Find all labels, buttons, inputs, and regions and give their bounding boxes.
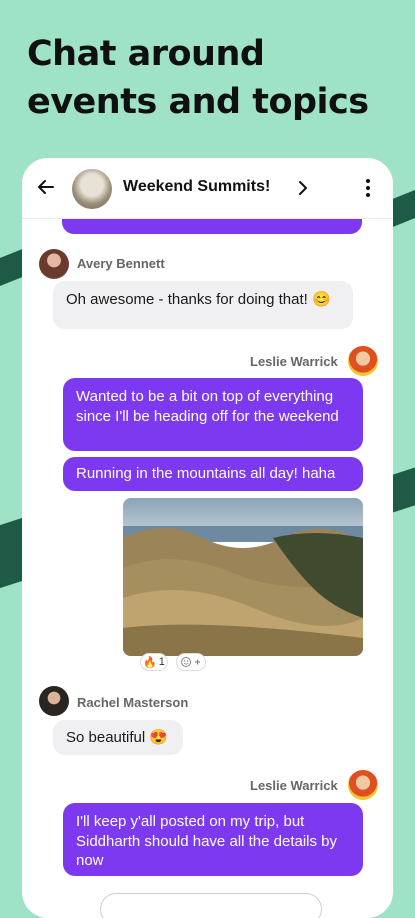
message-bubble: Wanted to be a bit on top of everything … xyxy=(63,378,363,451)
avatar[interactable] xyxy=(348,770,378,800)
more-options-icon[interactable] xyxy=(365,178,371,198)
sender-name: Rachel Masterson xyxy=(77,695,189,710)
chevron-right-icon[interactable] xyxy=(296,180,310,196)
add-reaction-icon xyxy=(181,657,200,667)
message-bubble: Running in the mountains all day! haha xyxy=(63,457,363,491)
message-bubble: I'll keep y'all posted on my trip, but S… xyxy=(63,803,363,876)
group-title[interactable]: Weekend Summits! xyxy=(123,178,270,196)
fire-icon: 🔥 xyxy=(143,656,157,669)
phone-screen: Weekend Summits! Avery Bennett Oh awesom… xyxy=(22,158,393,918)
add-reaction-button[interactable] xyxy=(176,653,206,671)
avatar[interactable] xyxy=(348,346,378,376)
back-arrow-icon[interactable] xyxy=(36,177,56,197)
reaction-count: 1 xyxy=(158,656,165,668)
message-bubble: So beautiful 😍 xyxy=(53,720,183,755)
shared-photo[interactable] xyxy=(123,498,363,656)
group-avatar[interactable] xyxy=(72,169,112,209)
sender-name: Leslie Warrick xyxy=(250,354,338,369)
message-list[interactable]: Avery Bennett Oh awesome - thanks for do… xyxy=(22,158,393,900)
promo-headline: Chat around events and topics xyxy=(27,34,369,122)
avatar[interactable] xyxy=(39,249,69,279)
message-bubble: Oh awesome - thanks for doing that! 😊 xyxy=(53,281,353,329)
message-input[interactable] xyxy=(100,893,322,918)
sender-name: Leslie Warrick xyxy=(250,778,338,793)
avatar[interactable] xyxy=(39,686,69,716)
sender-name: Avery Bennett xyxy=(77,256,165,271)
chat-header: Weekend Summits! xyxy=(22,158,393,219)
reaction-pill[interactable]: 🔥 1 xyxy=(140,653,168,671)
